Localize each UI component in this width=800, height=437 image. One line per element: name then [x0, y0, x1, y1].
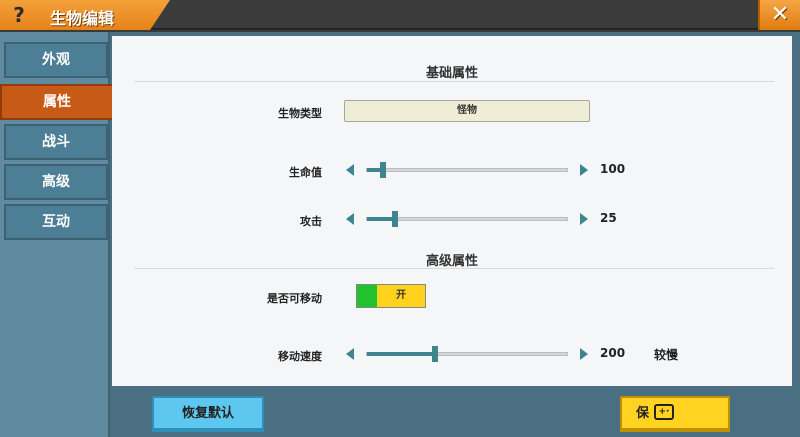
movable-label: 是否可移动 — [267, 292, 322, 305]
move-speed-slider-fill — [367, 352, 435, 356]
tab-attributes[interactable]: 属性 — [0, 84, 114, 120]
toggle-state: 开 — [396, 290, 406, 301]
tab-interaction[interactable]: 互动 — [4, 204, 108, 240]
move-speed-label: 移动速度 — [278, 350, 322, 363]
move-speed-slider[interactable] — [366, 346, 568, 362]
health-decrease-arrow[interactable] — [346, 164, 354, 176]
tab-combat[interactable]: 战斗 — [4, 124, 108, 160]
tab-advanced[interactable]: 高级 — [4, 164, 108, 200]
attack-label: 攻击 — [300, 215, 322, 228]
health-label: 生命值 — [289, 166, 322, 179]
attack-slider[interactable] — [366, 211, 568, 227]
close-button[interactable]: ✕ — [758, 0, 800, 30]
section-divider — [134, 268, 774, 269]
window-title: 生物编辑 — [50, 9, 115, 28]
gamepad-icon: +· — [654, 404, 674, 420]
basic-section-title: 基础属性 — [425, 66, 478, 81]
close-icon: ✕ — [770, 2, 790, 27]
health-increase-arrow[interactable] — [580, 164, 588, 176]
health-slider-handle[interactable] — [380, 162, 386, 178]
restore-defaults-button[interactable]: 恢复默认 — [152, 396, 264, 432]
attack-slider-handle[interactable] — [392, 211, 398, 227]
movable-toggle[interactable]: 开 — [356, 284, 426, 308]
help-button[interactable]: ? — [8, 3, 30, 27]
tab-appearance[interactable]: 外观 — [4, 42, 108, 78]
section-divider — [134, 81, 774, 82]
move-speed-slider-handle[interactable] — [432, 346, 438, 362]
health-slider[interactable] — [366, 162, 568, 178]
health-value: 100 — [600, 162, 626, 176]
attack-increase-arrow[interactable] — [580, 213, 588, 225]
creature-type-label: 生物类型 — [278, 107, 322, 120]
title-bar: ? 生物编辑 ✕ — [0, 0, 800, 30]
toggle-on-indicator — [357, 285, 377, 307]
move-speed-value: 200 — [600, 346, 626, 360]
sidebar: 外观 属性 战斗 高级 互动 — [0, 32, 114, 437]
attack-slider-fill — [367, 217, 395, 221]
attributes-panel: 基础属性 生物类型 怪物 生命值 100 攻击 25 高级属性 是否可移动 开 … — [112, 36, 792, 386]
move-speed-decrease-arrow[interactable] — [346, 348, 354, 360]
move-speed-increase-arrow[interactable] — [580, 348, 588, 360]
save-button[interactable]: 保 +· — [620, 396, 730, 432]
move-speed-descriptor: 较慢 — [654, 348, 679, 362]
attack-value: 25 — [600, 211, 617, 225]
creature-type-selector[interactable]: 怪物 — [344, 100, 590, 122]
save-button-label: 保 — [636, 406, 650, 421]
advanced-section-title: 高级属性 — [425, 254, 478, 269]
attack-decrease-arrow[interactable] — [346, 213, 354, 225]
